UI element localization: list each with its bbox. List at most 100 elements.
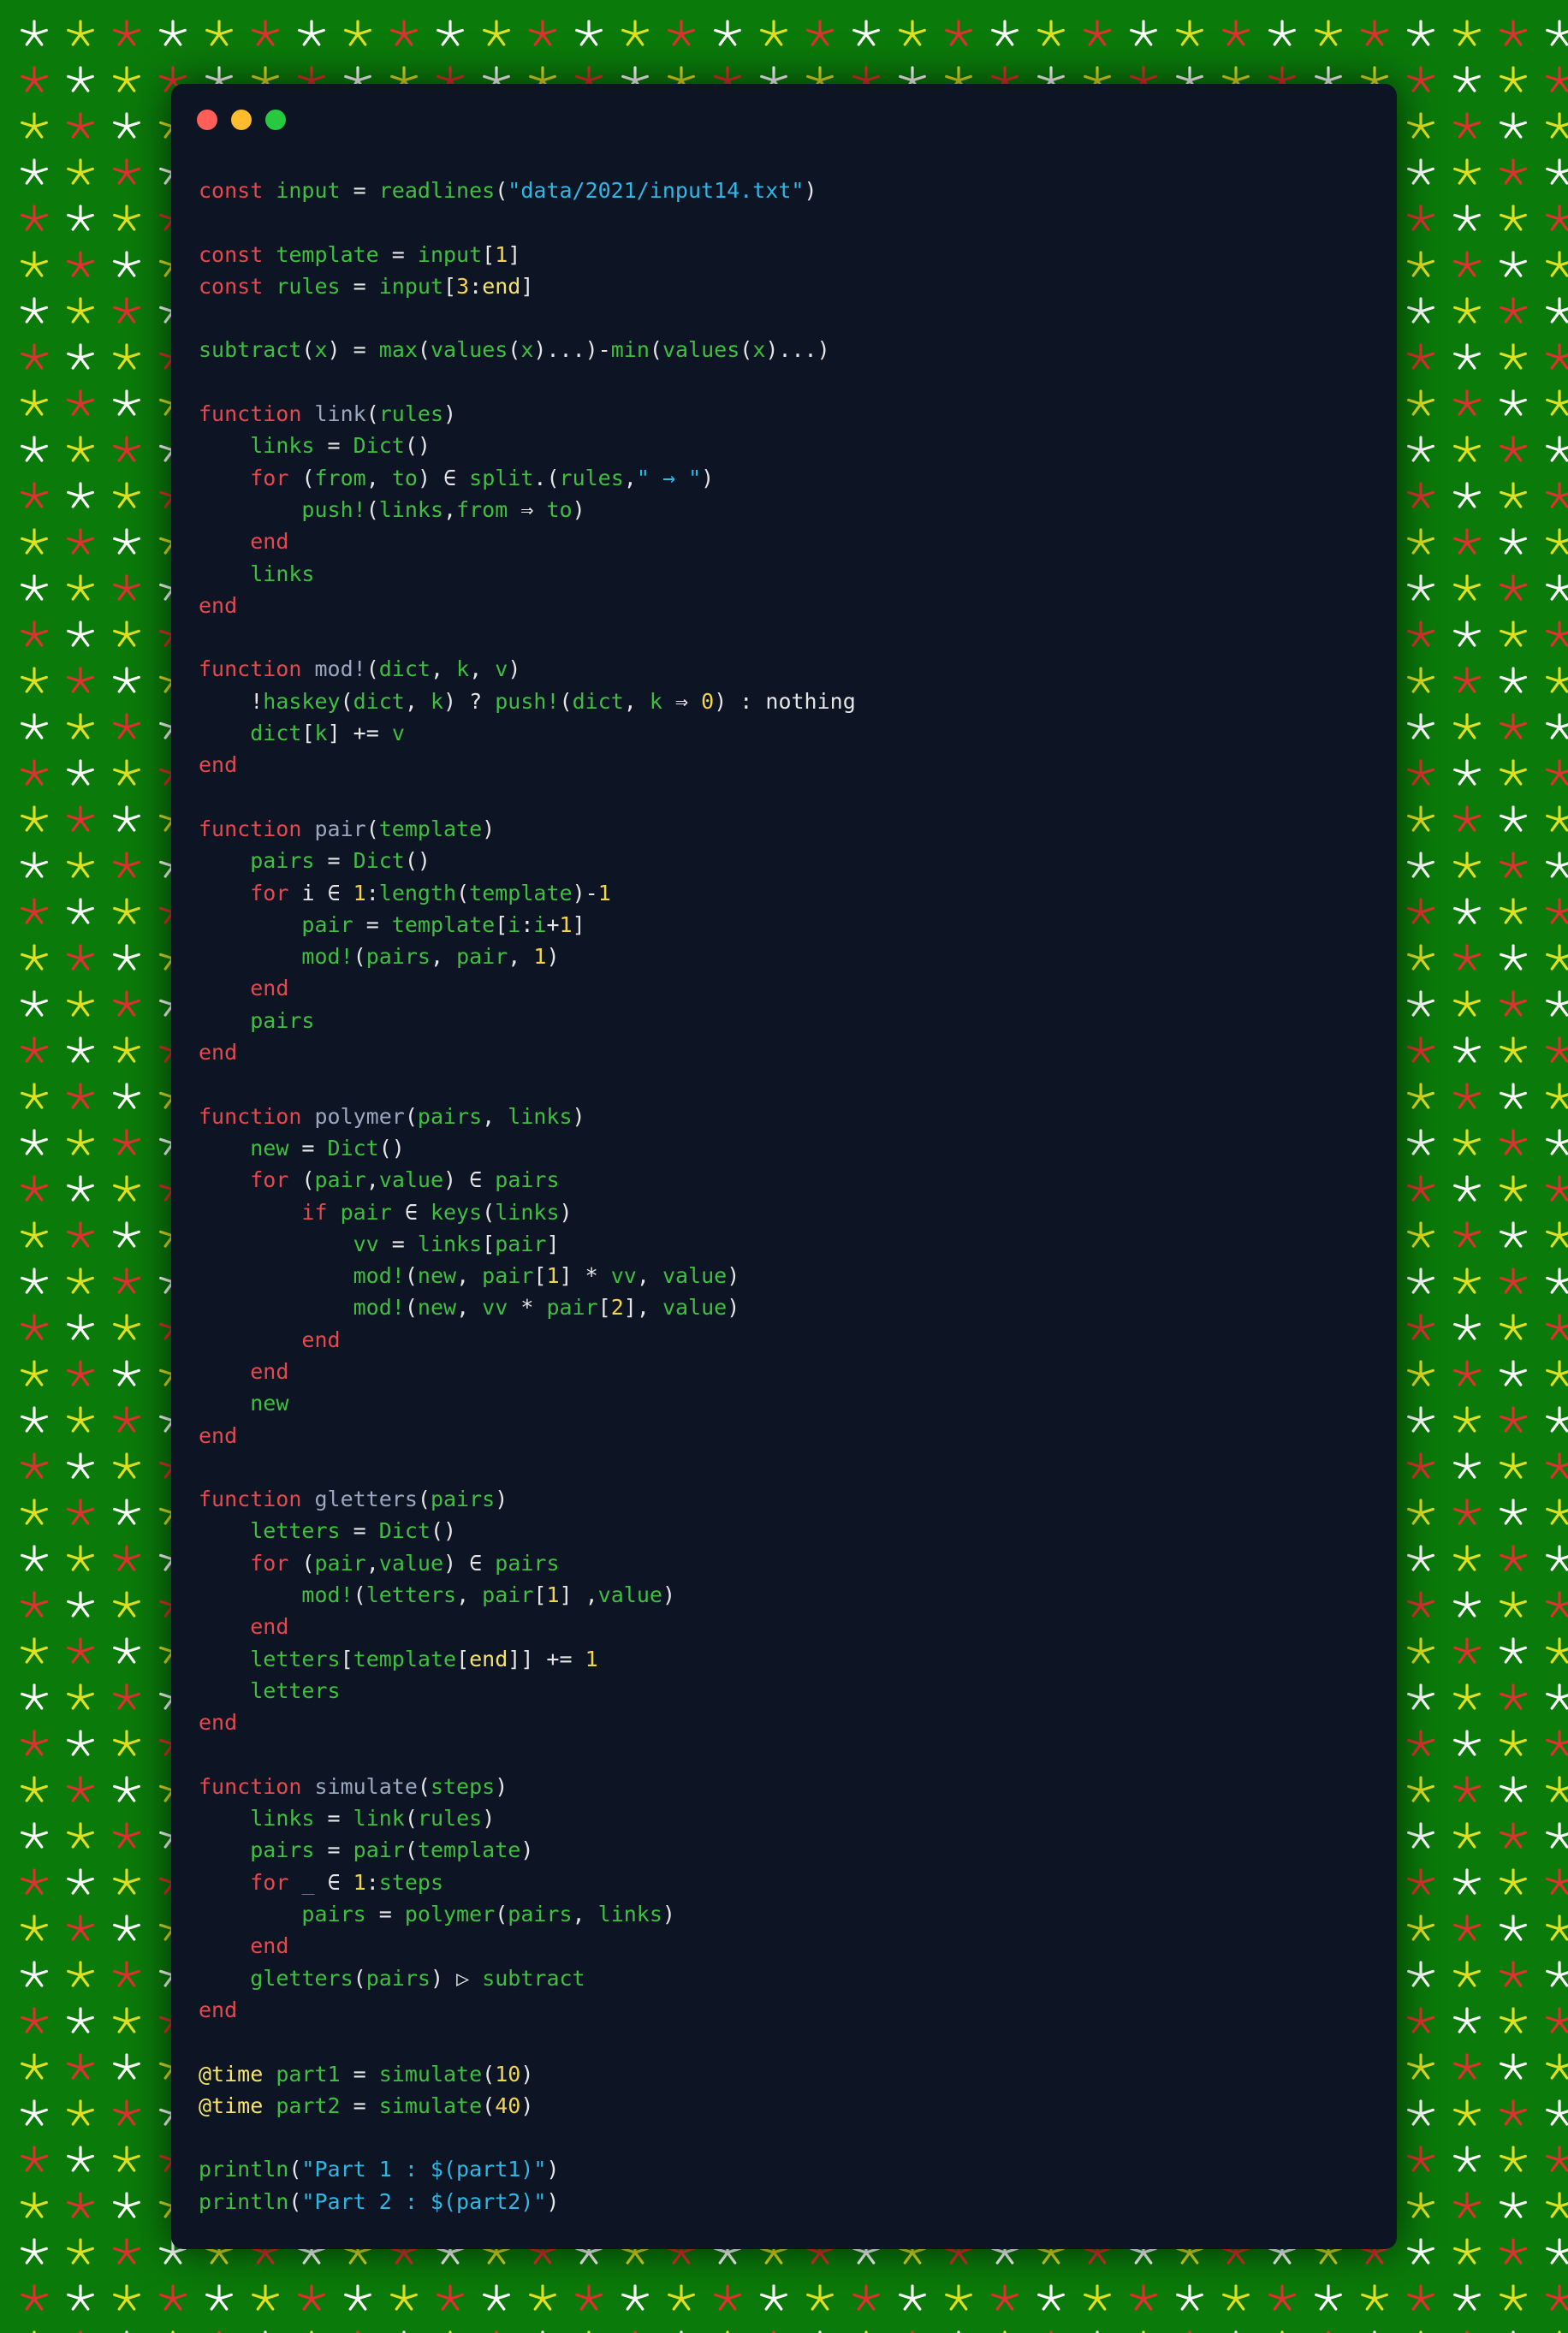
star-icon xyxy=(21,251,48,277)
star-icon xyxy=(67,2053,94,2080)
code-token: ] += xyxy=(327,721,392,746)
star-icon xyxy=(113,1129,140,1155)
code-token: = xyxy=(340,2093,379,2118)
maximize-button[interactable] xyxy=(265,110,286,130)
star-icon xyxy=(67,1267,94,1294)
star-icon xyxy=(113,1961,140,1987)
code-token: 1 xyxy=(559,911,573,937)
star-icon xyxy=(1453,944,1481,971)
minimize-button[interactable] xyxy=(231,110,252,130)
code-token: ( xyxy=(559,688,573,714)
star-icon xyxy=(1546,112,1568,139)
star-icon xyxy=(113,482,140,508)
star-icon xyxy=(113,158,140,185)
star-icon xyxy=(1453,1637,1481,1664)
star-icon xyxy=(1453,1545,1481,1571)
code-token: println xyxy=(199,2157,289,2182)
code-token: end xyxy=(250,1358,289,1384)
code-token: for xyxy=(250,1550,302,1576)
code-token: max xyxy=(378,337,418,363)
star-icon xyxy=(1407,2007,1434,2033)
code-line: push!(links,from ⇒ to) xyxy=(199,494,856,525)
code-token: , xyxy=(482,1103,508,1129)
code-line: end xyxy=(199,590,856,621)
code-token: v xyxy=(495,656,508,682)
star-icon xyxy=(113,2146,140,2172)
code-token: "data/2021/input14.txt" xyxy=(508,178,805,203)
star-icon xyxy=(1453,158,1481,185)
star-icon xyxy=(1546,2007,1568,2033)
star-icon xyxy=(483,2284,510,2311)
star-icon xyxy=(1453,1221,1481,1248)
star-icon xyxy=(67,297,94,324)
star-icon xyxy=(1453,620,1481,647)
star-icon xyxy=(21,898,48,924)
star-icon xyxy=(113,805,140,832)
star-icon xyxy=(714,2284,741,2311)
star-icon xyxy=(852,20,880,46)
star-icon xyxy=(1453,20,1481,46)
code-token: pair xyxy=(353,1837,405,1863)
star-icon xyxy=(1546,667,1568,693)
star-icon xyxy=(1500,2192,1527,2218)
star-icon xyxy=(67,528,94,555)
star-icon xyxy=(67,1730,94,1756)
code-token: letters xyxy=(250,1646,341,1671)
code-line: subtract(x) = max(values(x)...)-min(valu… xyxy=(199,334,856,365)
close-button[interactable] xyxy=(197,110,217,130)
star-icon xyxy=(21,528,48,555)
star-icon xyxy=(67,1868,94,1895)
star-icon xyxy=(67,1914,94,1941)
star-icon xyxy=(1500,1961,1527,1987)
code-token: ) xyxy=(804,178,817,203)
code-token: links xyxy=(250,561,315,586)
star-icon xyxy=(1037,20,1065,46)
code-token: Dict xyxy=(378,1518,431,1544)
code-token: = xyxy=(340,1518,379,1544)
code-line: end xyxy=(199,1994,856,2026)
star-icon xyxy=(1176,20,1203,46)
star-icon xyxy=(1407,1083,1434,1109)
code-token: pairs xyxy=(417,1103,483,1129)
star-icon xyxy=(113,436,140,462)
code-token: function xyxy=(199,816,315,841)
code-token: rules xyxy=(417,1806,483,1831)
code-line: gletters(pairs) ▷ subtract xyxy=(199,1962,856,1994)
code-line: println("Part 1 : $(part1)") xyxy=(199,2153,856,2185)
code-token: [ xyxy=(597,1295,611,1321)
code-token: v xyxy=(391,721,405,746)
star-icon xyxy=(1500,1776,1527,1802)
star-icon xyxy=(1546,528,1568,555)
star-icon xyxy=(1407,1591,1434,1618)
star-icon xyxy=(1407,205,1434,231)
star-icon xyxy=(21,667,48,693)
code-token: ) ▷ xyxy=(430,1965,483,1991)
star-icon xyxy=(67,436,94,462)
code-token: ) xyxy=(727,1295,740,1321)
code-line: function polymer(pairs, links) xyxy=(199,1101,856,1132)
code-token: , xyxy=(456,1263,483,1289)
star-icon xyxy=(113,2053,140,2080)
star-icon xyxy=(1453,667,1481,693)
code-token: values xyxy=(430,337,508,363)
code-line: end xyxy=(199,525,856,557)
code-token: const xyxy=(199,178,276,203)
code-token: @time xyxy=(199,2061,276,2087)
code-token: : xyxy=(365,1869,379,1895)
star-icon xyxy=(113,66,140,92)
code-line: mod!(pairs, pair, 1) xyxy=(199,941,856,972)
code-token: end xyxy=(250,1614,289,1640)
star-icon xyxy=(1453,1129,1481,1155)
code-token: 1 xyxy=(546,1263,560,1289)
code-token: ( xyxy=(495,178,508,203)
code-token: pairs xyxy=(250,1007,315,1033)
code-token: rules xyxy=(378,401,444,427)
star-icon xyxy=(1500,574,1527,601)
